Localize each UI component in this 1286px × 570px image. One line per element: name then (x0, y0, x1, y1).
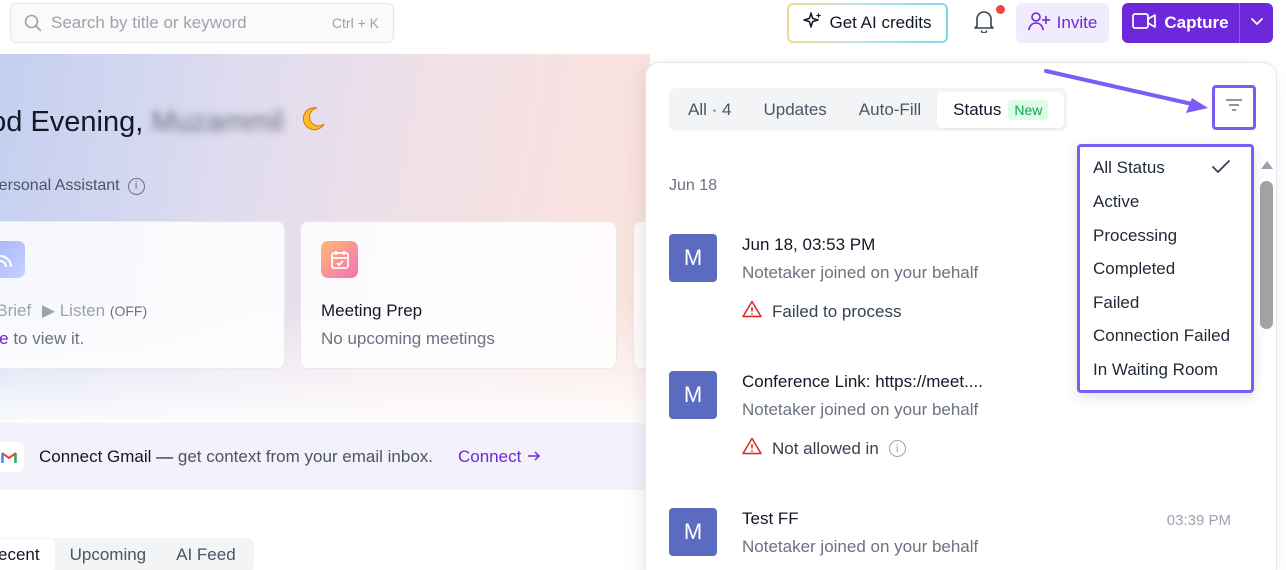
listen-label: Listen (59, 301, 106, 320)
tab-status[interactable]: Status New (937, 91, 1065, 128)
daily-brief-label: aily Brief (0, 301, 32, 320)
personal-assistant-heading: Personal Assistant i (0, 177, 145, 195)
notification-item[interactable]: M Test FF Notetaker joined on your behal… (669, 508, 1239, 570)
search-icon (24, 14, 42, 32)
search-placeholder: Search by title or keyword (51, 13, 247, 32)
tab-updates[interactable]: Updates (747, 92, 842, 128)
notification-title: Conference Link: https://meet.... (742, 372, 983, 391)
invite-button[interactable]: Invite (1016, 3, 1109, 43)
ai-credits-label: Get AI credits (829, 13, 932, 32)
connect-gmail-banner: Connect Gmail — get context from your em… (0, 423, 650, 490)
listen-state: (OFF) (109, 303, 148, 319)
filter-icon (1225, 98, 1243, 117)
filter-option-processing[interactable]: Processing (1093, 226, 1177, 246)
meeting-prep-subtitle: No upcoming meetings (321, 329, 495, 348)
capture-dropdown-button[interactable] (1240, 3, 1273, 43)
meeting-prep-title: Meeting Prep (321, 301, 423, 320)
status-filter-dropdown: All Status Active Processing Completed F… (1077, 144, 1254, 393)
rss-icon (0, 241, 25, 278)
filter-option-in-waiting-room[interactable]: In Waiting Room (1093, 360, 1218, 380)
notification-subtitle: Notetaker joined on your behalf (742, 537, 979, 556)
connect-gmail-bold: Connect Gmail — (39, 447, 174, 466)
status-text: Failed to process (772, 301, 902, 321)
check-icon (1211, 159, 1231, 180)
personal-assistant-label: Personal Assistant (0, 177, 120, 194)
invite-label: Invite (1056, 13, 1098, 32)
bell-icon (973, 9, 995, 38)
connect-gmail-link[interactable]: Connect (458, 447, 541, 467)
tab-upcoming[interactable]: Upcoming (55, 539, 162, 570)
capture-button[interactable]: Capture (1122, 3, 1239, 43)
status-text: Not allowed in (772, 438, 879, 458)
top-bar: Search by title or keyword Ctrl + K Get … (0, 0, 1286, 46)
get-ai-credits-button[interactable]: Get AI credits (787, 3, 948, 43)
filter-option-failed[interactable]: Failed (1093, 293, 1139, 313)
meeting-prep-card[interactable]: Meeting Prep No upcoming meetings (300, 221, 617, 369)
home-main: ood Evening, Muzammil Personal Assistant… (0, 54, 650, 570)
capture-label: Capture (1164, 13, 1229, 32)
gmail-icon (0, 442, 24, 472)
daily-brief-subtitle: nable to view it. (0, 329, 84, 349)
chevron-down-icon (1250, 14, 1264, 32)
notification-title: Jun 18, 03:53 PM (742, 235, 876, 254)
search-shortcut: Ctrl + K (331, 15, 379, 31)
scroll-up-arrow[interactable] (1261, 161, 1273, 169)
warning-icon (742, 300, 762, 323)
notification-status: Not allowed in i (742, 437, 906, 460)
add-user-icon (1027, 11, 1050, 36)
filter-option-active[interactable]: Active (1093, 192, 1139, 212)
filter-option-connection-failed[interactable]: Connection Failed (1093, 326, 1230, 346)
info-icon[interactable]: i (127, 177, 145, 195)
notifications-button[interactable] (966, 5, 1005, 40)
daily-brief-title: aily Brief ▶ Listen (OFF) (0, 301, 147, 321)
tab-updates-label: Updates (763, 99, 827, 119)
daily-brief-card[interactable]: aily Brief ▶ Listen (OFF) nable to view … (0, 221, 285, 369)
notification-subtitle: Notetaker joined on your behalf (742, 263, 979, 282)
video-camera-icon (1132, 12, 1157, 35)
user-name-blurred: Muzammil (151, 105, 284, 138)
capture-button-group: Capture (1122, 3, 1273, 43)
greeting-text: ood Evening, (0, 105, 144, 138)
avatar: M (669, 371, 717, 419)
tab-all-label: All · 4 (688, 99, 732, 119)
enable-link[interactable]: nable (0, 329, 9, 348)
date-header: Jun 18 (669, 177, 718, 194)
greeting: ood Evening, Muzammil (0, 104, 327, 140)
new-badge: New (1008, 99, 1049, 120)
tab-status-label: Status (953, 99, 1002, 119)
listen-button[interactable]: ▶ Listen (OFF) (42, 301, 147, 320)
tab-all[interactable]: All · 4 (672, 92, 747, 128)
connect-gmail-text: Connect Gmail — get context from your em… (39, 447, 433, 467)
filter-option-completed[interactable]: Completed (1093, 259, 1175, 279)
sparkle-icon (803, 11, 823, 36)
notification-title: Test FF (742, 509, 799, 528)
calendar-icon (321, 241, 358, 278)
tab-recent[interactable]: ecent (0, 539, 55, 570)
tab-auto-fill-label: Auto-Fill (858, 99, 922, 119)
search-input[interactable]: Search by title or keyword Ctrl + K (10, 3, 394, 43)
warning-icon (742, 437, 762, 460)
tab-auto-fill[interactable]: Auto-Fill (843, 92, 937, 128)
moon-icon (299, 104, 327, 140)
connect-gmail-desc: get context from your email inbox. (173, 447, 434, 466)
connect-label: Connect (458, 447, 522, 466)
info-icon[interactable]: i (888, 440, 906, 457)
arrow-right-icon (527, 447, 541, 467)
notification-tabs: All · 4 Updates Auto-Fill Status New (669, 88, 1068, 131)
filter-button[interactable] (1212, 85, 1256, 130)
notification-dot (996, 5, 1005, 14)
daily-brief-subtitle-rest: to view it. (8, 329, 85, 348)
filter-option-all-status[interactable]: All Status (1093, 158, 1165, 178)
notification-status: Failed to process (742, 300, 901, 323)
notification-time: 03:39 PM (1166, 512, 1231, 529)
avatar: M (669, 234, 717, 282)
avatar: M (669, 508, 717, 556)
scrollbar-thumb[interactable] (1260, 181, 1273, 329)
notification-subtitle: Notetaker joined on your behalf (742, 400, 979, 419)
home-tabs: ecent Upcoming AI Feed (0, 538, 254, 570)
tab-ai-feed[interactable]: AI Feed (161, 539, 251, 570)
